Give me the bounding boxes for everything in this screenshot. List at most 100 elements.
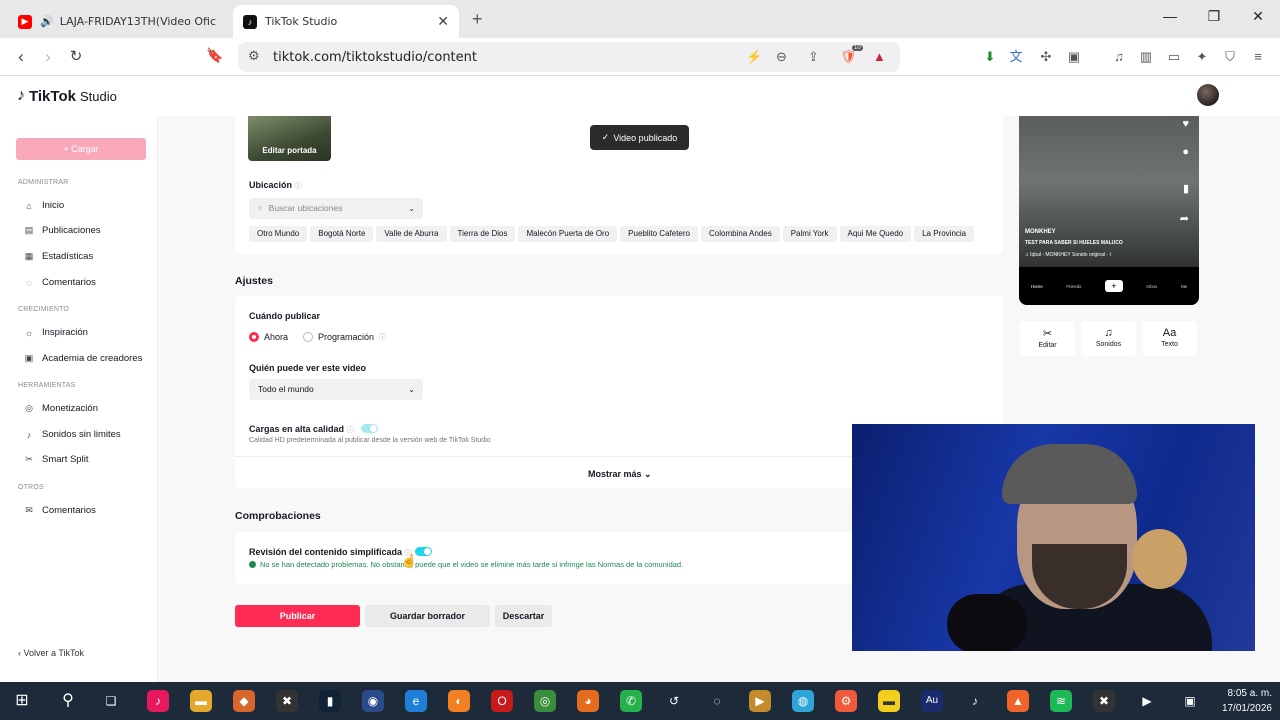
task-view-icon[interactable]: ❑: [100, 690, 122, 712]
capcut-icon[interactable]: ✖: [276, 690, 298, 712]
file-explorer-icon[interactable]: ▬: [190, 690, 212, 712]
brave-icon[interactable]: ▲: [1007, 690, 1029, 712]
search-icon[interactable]: ⚲: [57, 690, 79, 712]
location-chip[interactable]: Otro Mundo: [249, 226, 308, 242]
sidebar-item-academia[interactable]: ▣ Academia de creadores: [24, 353, 143, 364]
forward-icon[interactable]: ›: [38, 47, 58, 67]
app-icon[interactable]: ⚙: [835, 690, 857, 712]
sidebar-item-estadisticas[interactable]: ▦ Estadísticas: [24, 251, 93, 262]
app-icon[interactable]: ◉: [362, 690, 384, 712]
tab-tiktok-studio[interactable]: ♪ TikTok Studio ✕: [233, 5, 459, 38]
edit-tool-button[interactable]: ✂ Editar: [1020, 321, 1075, 356]
location-chip[interactable]: Aqui Me Quedo: [839, 226, 912, 242]
publish-button[interactable]: Publicar: [235, 605, 360, 627]
upload-button[interactable]: + Cargar: [16, 138, 146, 160]
tiktok-icon[interactable]: ♪: [964, 690, 986, 712]
location-chip[interactable]: Tierra de Dios: [449, 226, 516, 242]
tab-youtube[interactable]: ▶ 🔊 LAJA-FRIDAY13TH(Video Oficial) 5: [8, 5, 226, 38]
chrome-icon[interactable]: ◎: [534, 690, 556, 712]
app-icon[interactable]: ▣: [1179, 690, 1201, 712]
location-chip[interactable]: Colombina Andes: [701, 226, 780, 242]
app-icon[interactable]: ◍: [792, 690, 814, 712]
discard-button[interactable]: Descartar: [495, 605, 552, 627]
restore-icon[interactable]: ❐: [1199, 8, 1229, 25]
hq-upload-toggle[interactable]: [361, 424, 378, 433]
edge-icon[interactable]: e: [405, 690, 427, 712]
check-icon: ✓: [601, 132, 610, 142]
location-chip[interactable]: Malecón Puerta de Oro: [518, 226, 618, 242]
sidebar-item-monetizacion[interactable]: ◎ Monetización: [24, 403, 98, 414]
logo-product: Studio: [79, 88, 117, 104]
location-chip[interactable]: Bogotá Norte: [310, 226, 374, 242]
windows-taskbar: ⊞ ⚲ ❑ ♪ ▬ ◆ ✖ ▮ ◉ e ◐ O ◎ ◕ ✆ ↺ ◌ ▶ ◍ ⚙ …: [0, 682, 1280, 720]
brave-shields-icon[interactable]: 🛡: [840, 49, 857, 65]
location-chip[interactable]: Palmi York: [782, 226, 837, 242]
sidebar-item-sonidos[interactable]: ♪ Sonidos sin limites: [24, 429, 121, 440]
show-more-button[interactable]: Mostrar más ⌄: [588, 469, 652, 480]
sidebar-item-smart-split[interactable]: ✂ Smart Split: [24, 454, 88, 465]
tab-search-icon[interactable]: ▣: [1066, 49, 1082, 65]
media-player-icon[interactable]: ▶: [1136, 690, 1158, 712]
translate-off-icon[interactable]: ⚡: [746, 49, 762, 65]
location-chip[interactable]: La Provincia: [914, 226, 975, 242]
sounds-tool-button[interactable]: ♫ Sonidos: [1081, 321, 1136, 356]
speaker-icon[interactable]: 🔊: [40, 15, 54, 28]
audition-icon[interactable]: Au: [921, 690, 943, 712]
leo-ai-icon[interactable]: ✦: [1194, 49, 1210, 65]
reload-icon[interactable]: ↻: [66, 47, 86, 65]
puzzle-icon[interactable]: ✣: [1038, 49, 1054, 65]
wallet-icon[interactable]: ▭: [1166, 49, 1182, 65]
minimize-icon[interactable]: —: [1155, 8, 1185, 24]
address-bar[interactable]: ⚙ tiktok.com/tiktokstudio/content ⚡ ⊖ ⇪ …: [238, 42, 900, 72]
app-icon[interactable]: ▶: [749, 690, 771, 712]
capcut-icon[interactable]: ✖: [1093, 690, 1115, 712]
location-chip[interactable]: Pueblito Cafetero: [620, 226, 698, 242]
text-tool-button[interactable]: Aa Texto: [1142, 321, 1197, 356]
sidebar-item-publicaciones[interactable]: ▤ Publicaciones: [24, 225, 101, 236]
close-tab-icon[interactable]: ✕: [437, 13, 449, 30]
radio-schedule[interactable]: Programación ⓘ: [303, 332, 386, 342]
app-icon[interactable]: ◆: [233, 690, 255, 712]
brave-rewards-icon[interactable]: ▲: [873, 49, 886, 64]
bookmark-icon[interactable]: 🔖: [205, 47, 225, 64]
visibility-select[interactable]: Todo el mundo ⌄: [249, 379, 423, 400]
studio-header: ♪ TikTok Studio: [0, 76, 1280, 116]
translate-extension-icon[interactable]: 文: [1008, 49, 1024, 65]
close-window-icon[interactable]: ✕: [1243, 8, 1273, 25]
opera-icon[interactable]: O: [491, 690, 513, 712]
app-icon[interactable]: ◌: [706, 690, 728, 712]
sidebar-item-comentarios[interactable]: ◌ Comentarios: [24, 277, 96, 288]
whatsapp-icon[interactable]: ✆: [620, 690, 642, 712]
save-draft-button[interactable]: Guardar borrador: [365, 605, 490, 627]
firefox-icon[interactable]: ◕: [577, 690, 599, 712]
windows-start-icon[interactable]: ⊞: [11, 690, 33, 712]
download-extension-icon[interactable]: ⬇: [982, 49, 998, 65]
back-icon[interactable]: ‹: [11, 47, 31, 67]
sidebar-item-comentarios-otros[interactable]: ✉ Comentarios: [24, 505, 96, 516]
sidebar-item-inicio[interactable]: ⌂ Inicio: [24, 200, 64, 211]
radio-now[interactable]: Ahora: [249, 332, 288, 342]
tiktok-app-icon[interactable]: ♪: [147, 690, 169, 712]
back-to-tiktok-link[interactable]: ‹ Volver a TikTok: [18, 648, 84, 658]
new-tab-button[interactable]: +: [472, 9, 483, 30]
menu-icon[interactable]: ≡: [1250, 49, 1266, 65]
avatar[interactable]: [1197, 84, 1219, 106]
media-icon[interactable]: ♫: [1111, 49, 1127, 65]
cover-thumbnail[interactable]: Editar portada: [248, 116, 331, 161]
location-chip[interactable]: Valle de Aburra: [376, 226, 447, 242]
sidebar-item-inspiracion[interactable]: ☼ Inspiración: [24, 327, 88, 338]
system-clock[interactable]: 8:05 a. m. 17/01/2026: [1216, 686, 1272, 716]
sticky-notes-icon[interactable]: ▬: [878, 690, 900, 712]
zoom-icon[interactable]: ⊖: [776, 49, 787, 65]
tiktok-studio-logo[interactable]: ♪ TikTok Studio: [17, 87, 117, 105]
content-review-toggle[interactable]: [415, 547, 432, 556]
location-search-input[interactable]: ▿ Buscar ubicaciones ⌄: [249, 198, 423, 219]
vpn-icon[interactable]: ⛉: [1222, 49, 1238, 65]
app-icon[interactable]: ↺: [663, 690, 685, 712]
site-settings-icon[interactable]: ⚙: [248, 48, 260, 64]
sidebar-icon[interactable]: ▥: [1138, 49, 1154, 65]
spotify-icon[interactable]: ≋: [1050, 690, 1072, 712]
app-icon[interactable]: ▮: [319, 690, 341, 712]
share-icon[interactable]: ⇪: [808, 49, 819, 65]
app-icon[interactable]: ◐: [448, 690, 470, 712]
